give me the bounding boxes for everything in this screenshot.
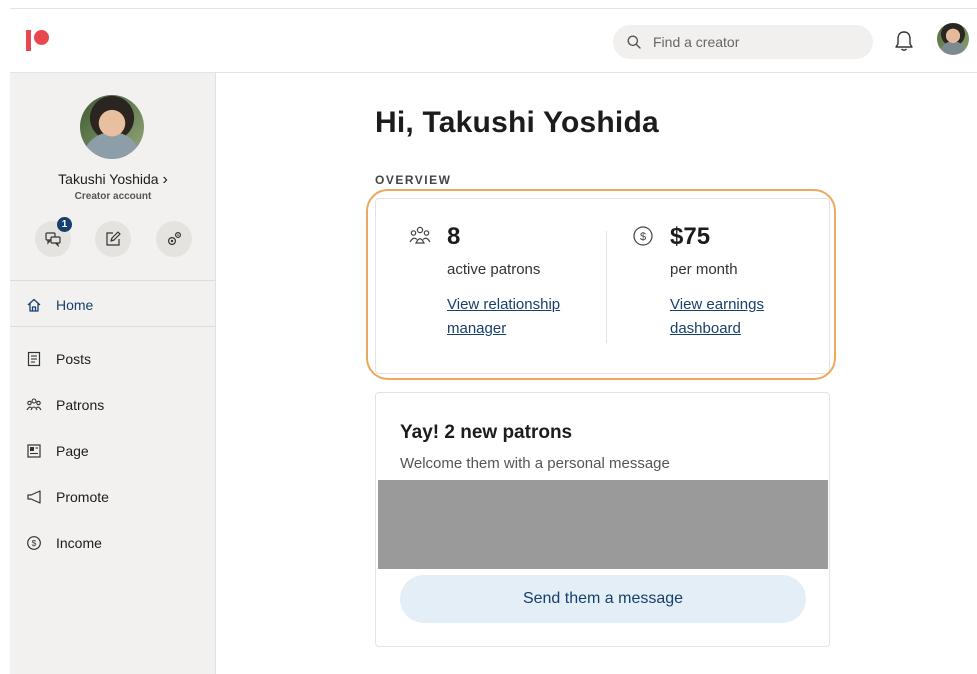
messages-button[interactable]: 1 xyxy=(35,217,72,257)
posts-icon xyxy=(26,351,42,367)
account-type: Creator account xyxy=(74,191,152,202)
search-input[interactable] xyxy=(653,25,863,59)
new-patrons-card: Yay! 2 new patrons Welcome them with a p… xyxy=(375,392,830,647)
new-patrons-subtitle: Welcome them with a personal message xyxy=(400,455,670,472)
page-title: Hi, Takushi Yoshida xyxy=(375,106,659,139)
logo-dot xyxy=(34,30,49,45)
svg-text:$: $ xyxy=(32,538,37,548)
highlight-outline xyxy=(366,189,836,380)
sidebar: Takushi Yoshida › Creator account 1 Home… xyxy=(10,73,216,674)
sidebar-item-promote[interactable]: Promote xyxy=(10,477,215,517)
search-box[interactable] xyxy=(613,25,873,59)
page-icon xyxy=(26,443,42,459)
nav-divider xyxy=(10,326,215,327)
sidebar-item-label: Promote xyxy=(56,489,109,505)
patrons-icon xyxy=(26,397,42,413)
patreon-logo[interactable] xyxy=(26,29,50,53)
gear-icon xyxy=(167,231,182,246)
megaphone-icon xyxy=(26,489,42,505)
profile-name-link[interactable]: Takushi Yoshida › xyxy=(10,171,216,189)
top-bar xyxy=(10,8,977,73)
chat-icon xyxy=(45,232,61,247)
sidebar-item-home[interactable]: Home xyxy=(10,285,215,325)
user-avatar[interactable] xyxy=(937,23,969,55)
sidebar-item-label: Posts xyxy=(56,351,92,367)
chevron-right-icon: › xyxy=(162,171,168,188)
sidebar-item-label: Page xyxy=(56,443,89,459)
sidebar-item-income[interactable]: $ Income xyxy=(10,523,215,563)
edit-icon xyxy=(106,231,121,246)
app-frame: Takushi Yoshida › Creator account 1 xyxy=(10,8,977,674)
logo-bar xyxy=(26,30,31,51)
profile-avatar[interactable] xyxy=(80,95,144,159)
settings-button[interactable] xyxy=(156,221,192,257)
nav-divider xyxy=(10,280,215,281)
search-icon xyxy=(627,35,641,49)
sidebar-item-label: Home xyxy=(56,297,94,313)
profile-name: Takushi Yoshida xyxy=(58,171,159,187)
home-icon xyxy=(26,297,42,313)
sidebar-item-label: Income xyxy=(56,535,102,551)
dollar-circle-icon: $ xyxy=(26,535,42,551)
create-post-button[interactable] xyxy=(95,221,131,257)
overview-heading: OVERVIEW xyxy=(375,173,452,187)
sidebar-item-page[interactable]: Page xyxy=(10,431,215,471)
redacted-patron-list xyxy=(378,480,828,569)
new-patrons-title: Yay! 2 new patrons xyxy=(400,422,573,443)
sidebar-item-label: Patrons xyxy=(56,397,105,413)
send-message-button[interactable]: Send them a message xyxy=(400,575,806,623)
sidebar-item-posts[interactable]: Posts xyxy=(10,339,215,379)
bell-icon[interactable] xyxy=(893,29,915,53)
sidebar-item-patrons[interactable]: Patrons xyxy=(10,385,215,425)
notification-badge: 1 xyxy=(57,217,72,232)
